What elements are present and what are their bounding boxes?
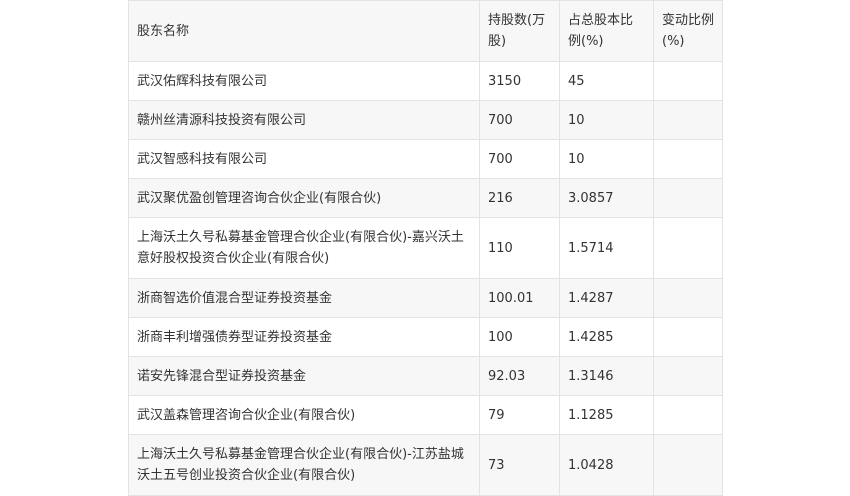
cell-change-ratio (653, 395, 723, 435)
table-row: 武汉聚优盈创管理咨询合伙企业(有限合伙) 216 3.0857 (128, 178, 723, 218)
shareholder-table: 股东名称 持股数(万股) 占总股本比例(%) 变动比例(%) 武汉佑辉科技有限公… (128, 0, 723, 496)
table-row: 浙商丰利增强债券型证券投资基金 100 1.4285 (128, 317, 723, 357)
cell-change-ratio (653, 61, 723, 101)
cell-share-ratio: 45 (559, 61, 654, 101)
table-row: 武汉盖森管理咨询合伙企业(有限合伙) 79 1.1285 (128, 395, 723, 435)
cell-shares-held: 100 (479, 317, 560, 357)
table-header-row: 股东名称 持股数(万股) 占总股本比例(%) 变动比例(%) (128, 0, 723, 62)
cell-change-ratio (653, 356, 723, 396)
cell-shares-held: 100.01 (479, 278, 560, 318)
cell-shareholder-name: 上海沃土久号私募基金管理合伙企业(有限合伙)-嘉兴沃土意好股权投资合伙企业(有限… (128, 217, 480, 279)
cell-shares-held: 700 (479, 139, 560, 179)
cell-share-ratio: 1.0428 (559, 434, 654, 496)
cell-shares-held: 700 (479, 100, 560, 140)
cell-shareholder-name: 武汉智感科技有限公司 (128, 139, 480, 179)
header-share-ratio: 占总股本比例(%) (559, 0, 654, 62)
table-row: 上海沃土久号私募基金管理合伙企业(有限合伙)-嘉兴沃土意好股权投资合伙企业(有限… (128, 217, 723, 279)
table-row: 诺安先锋混合型证券投资基金 92.03 1.3146 (128, 356, 723, 396)
cell-shareholder-name: 上海沃土久号私募基金管理合伙企业(有限合伙)-江苏盐城沃土五号创业投资合伙企业(… (128, 434, 480, 496)
cell-change-ratio (653, 278, 723, 318)
cell-shares-held: 92.03 (479, 356, 560, 396)
cell-shares-held: 110 (479, 217, 560, 279)
cell-shareholder-name: 浙商丰利增强债券型证券投资基金 (128, 317, 480, 357)
cell-share-ratio: 1.4287 (559, 278, 654, 318)
cell-share-ratio: 10 (559, 100, 654, 140)
cell-share-ratio: 1.4285 (559, 317, 654, 357)
header-shareholder-name: 股东名称 (128, 0, 480, 62)
cell-change-ratio (653, 100, 723, 140)
cell-share-ratio: 1.1285 (559, 395, 654, 435)
cell-shareholder-name: 赣州丝清源科技投资有限公司 (128, 100, 480, 140)
cell-shareholder-name: 武汉佑辉科技有限公司 (128, 61, 480, 101)
cell-share-ratio: 10 (559, 139, 654, 179)
cell-shares-held: 73 (479, 434, 560, 496)
cell-share-ratio: 3.0857 (559, 178, 654, 218)
table-row: 浙商智选价值混合型证券投资基金 100.01 1.4287 (128, 278, 723, 318)
cell-change-ratio (653, 217, 723, 279)
cell-change-ratio (653, 434, 723, 496)
table-row: 武汉佑辉科技有限公司 3150 45 (128, 61, 723, 101)
cell-share-ratio: 1.5714 (559, 217, 654, 279)
cell-shares-held: 79 (479, 395, 560, 435)
cell-shareholder-name: 诺安先锋混合型证券投资基金 (128, 356, 480, 396)
shareholder-table-container: 股东名称 持股数(万股) 占总股本比例(%) 变动比例(%) 武汉佑辉科技有限公… (128, 0, 723, 496)
cell-change-ratio (653, 317, 723, 357)
table-row: 上海沃土久号私募基金管理合伙企业(有限合伙)-江苏盐城沃土五号创业投资合伙企业(… (128, 434, 723, 496)
table-row: 赣州丝清源科技投资有限公司 700 10 (128, 100, 723, 140)
cell-change-ratio (653, 178, 723, 218)
cell-shareholder-name: 浙商智选价值混合型证券投资基金 (128, 278, 480, 318)
cell-shares-held: 3150 (479, 61, 560, 101)
header-shares-held: 持股数(万股) (479, 0, 560, 62)
table-row: 武汉智感科技有限公司 700 10 (128, 139, 723, 179)
cell-shareholder-name: 武汉盖森管理咨询合伙企业(有限合伙) (128, 395, 480, 435)
cell-share-ratio: 1.3146 (559, 356, 654, 396)
cell-shares-held: 216 (479, 178, 560, 218)
header-change-ratio: 变动比例(%) (653, 0, 723, 62)
cell-change-ratio (653, 139, 723, 179)
cell-shareholder-name: 武汉聚优盈创管理咨询合伙企业(有限合伙) (128, 178, 480, 218)
